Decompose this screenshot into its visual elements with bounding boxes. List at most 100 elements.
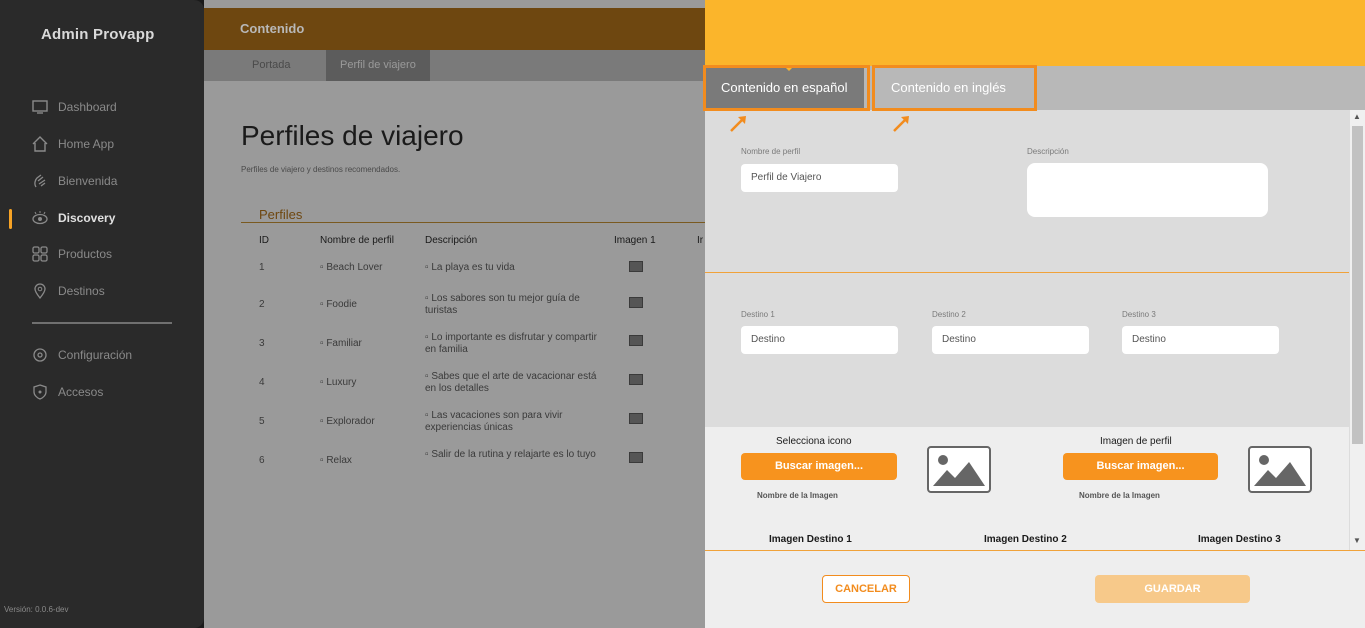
map-pin-icon [32, 283, 48, 299]
cell-id: 2 [259, 299, 265, 310]
buscar-imagen-perfil-button[interactable]: Buscar imagen... [1063, 453, 1218, 480]
page-title: Perfiles de viajero [241, 120, 464, 151]
description-textarea[interactable] [1027, 163, 1268, 217]
buscar-icono-button[interactable]: Buscar imagen... [741, 453, 897, 480]
destino-2-input[interactable]: Destino [932, 326, 1089, 354]
profile-image-filename: Nombre de la Imagen [1079, 491, 1160, 500]
panel-header [705, 0, 1365, 66]
sidebar-item-destinos[interactable]: Destinos [32, 281, 105, 301]
sidebar-item-label: Home App [58, 137, 115, 151]
scroll-up-icon[interactable]: ▲ [1353, 112, 1361, 121]
scroll-thumb[interactable] [1352, 126, 1363, 444]
icon-filename: Nombre de la Imagen [757, 491, 838, 500]
sidebar-item-dashboard[interactable]: Dashboard [32, 97, 117, 117]
sidebar-divider [32, 322, 172, 324]
image-icon [629, 374, 643, 385]
image-icon [629, 297, 643, 308]
cell-description: ▫ Lo importante es disfrutar y compartir… [425, 332, 597, 355]
cell-description: ▫ Salir de la rutina y relajarte es lo t… [425, 449, 596, 460]
image-icon [629, 452, 643, 463]
column-header-id: ID [259, 235, 269, 246]
tab-portada[interactable]: Portada [238, 50, 305, 81]
section-title: Perfiles [259, 207, 303, 222]
home-icon [32, 136, 48, 152]
destino-1-input[interactable]: Destino [741, 326, 898, 354]
cell-id: 1 [259, 262, 265, 273]
sidebar-item-discovery[interactable]: Discovery [32, 208, 115, 228]
cell-id: 5 [259, 416, 265, 427]
sidebar-item-label: Productos [58, 247, 113, 261]
image-icon [629, 261, 643, 272]
dest-image-2-title: Imagen Destino 2 [984, 534, 1067, 545]
header-title: Contenido [240, 21, 305, 36]
cancel-button[interactable]: CANCELAR [822, 575, 910, 603]
sidebar-item-label: Configuración [58, 348, 133, 362]
save-button[interactable]: GUARDAR [1095, 575, 1250, 603]
cell-description: ▫ Las vacaciones son para vivir experien… [425, 410, 563, 433]
profile-name-label: Nombre de perfil [741, 147, 801, 156]
active-indicator [9, 209, 12, 229]
sidebar-item-label: Bienvenida [58, 174, 118, 188]
cell-name: ▫ Foodie [320, 299, 357, 310]
sidebar: Admin Provapp Dashboard Home App Bienven… [0, 0, 204, 628]
tab-perfil-viajero[interactable]: Perfil de viajero [326, 50, 430, 81]
cell-id: 6 [259, 455, 265, 466]
sidebar-item-label: Discovery [58, 211, 116, 225]
sidebar-item-configuracion[interactable]: Configuración [32, 345, 132, 365]
column-header-name: Nombre de perfil [320, 235, 394, 246]
image-icon [629, 335, 643, 346]
grid-icon [32, 246, 48, 262]
profile-image-title: Imagen de perfil [1100, 436, 1172, 447]
cell-description: ▫ Sabes que el arte de vacacionar está e… [425, 371, 597, 394]
cell-name: ▫ Explorador [320, 416, 375, 427]
shield-icon [32, 384, 48, 400]
column-header-truncated: Ir [697, 235, 704, 246]
cell-id: 4 [259, 377, 265, 388]
dest-image-1-title: Imagen Destino 1 [769, 534, 852, 545]
image-upload-section: Selecciona icono Buscar imagen... Nombre… [705, 427, 1349, 550]
cell-name: ▫ Familiar [320, 338, 362, 349]
column-header-image1: Imagen 1 [614, 235, 656, 246]
header-notch [270, 0, 282, 6]
cell-id: 3 [259, 338, 265, 349]
highlight-outline [703, 65, 870, 111]
form-divider [705, 272, 1349, 273]
highlight-outline [872, 65, 1037, 111]
monitor-icon [32, 99, 48, 115]
edit-profile-panel: Contenido en español Contenido en inglés… [703, 0, 1365, 628]
eye-icon [32, 210, 48, 226]
main-content: Contenido Portada Perfil de viajero Perf… [204, 0, 705, 628]
scrollbar[interactable]: ▲ ▼ [1350, 110, 1365, 550]
scroll-down-icon[interactable]: ▼ [1353, 536, 1361, 545]
content-header: Contenido [204, 8, 705, 50]
sidebar-item-label: Dashboard [58, 100, 117, 114]
dest-image-3-title: Imagen Destino 3 [1198, 534, 1281, 545]
profile-name-input[interactable]: Perfil de Viajero [741, 164, 898, 192]
icon-section-title: Selecciona icono [776, 436, 852, 447]
section-divider [241, 222, 705, 223]
cell-name: ▫ Beach Lover [320, 262, 383, 273]
cell-description: ▫ La playa es tu vida [425, 262, 515, 273]
sidebar-item-accesos[interactable]: Accesos [32, 382, 103, 402]
cell-description: ▫ Los sabores son tu mejor guía de turis… [425, 293, 580, 316]
image-placeholder-icon[interactable] [927, 446, 991, 493]
panel-footer: CANCELAR GUARDAR [705, 550, 1365, 628]
wave-hand-icon [32, 173, 48, 189]
column-header-description: Descripción [425, 235, 478, 246]
destino-3-label: Destino 3 [1122, 310, 1156, 319]
content-tabs: Portada Perfil de viajero [204, 50, 705, 81]
app-title: Admin Provapp [41, 26, 155, 43]
gear-icon [32, 347, 48, 363]
sidebar-item-bienvenida[interactable]: Bienvenida [32, 171, 117, 191]
sidebar-item-label: Accesos [58, 385, 104, 399]
destino-3-input[interactable]: Destino [1122, 326, 1279, 354]
sidebar-item-home-app[interactable]: Home App [32, 134, 114, 154]
version-label: Versión: 0.0.6-dev [4, 605, 69, 614]
description-label: Descripción [1027, 147, 1069, 156]
image-icon [629, 413, 643, 424]
image-placeholder-icon[interactable] [1248, 446, 1312, 493]
destino-2-label: Destino 2 [932, 310, 966, 319]
destino-1-label: Destino 1 [741, 310, 775, 319]
cell-name: ▫ Luxury [320, 377, 357, 388]
sidebar-item-productos[interactable]: Productos [32, 244, 112, 264]
